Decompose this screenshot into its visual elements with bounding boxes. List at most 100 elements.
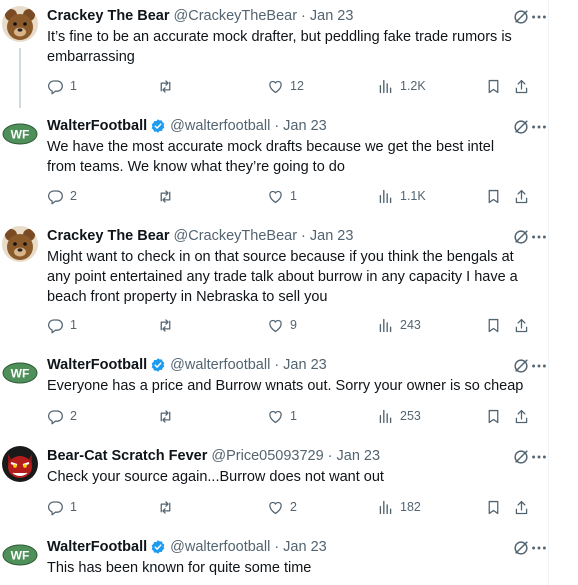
- author-name[interactable]: WalterFootball: [47, 355, 147, 375]
- like-button[interactable]: 12: [267, 76, 304, 96]
- tweet-date[interactable]: Jan 23: [283, 116, 327, 136]
- bookmark-button[interactable]: [485, 315, 502, 335]
- share-icon: [515, 318, 528, 332]
- retweet-button[interactable]: [157, 315, 180, 335]
- bookmark-icon: [488, 409, 499, 423]
- reply-button[interactable]: 1: [47, 497, 77, 517]
- grok-icon[interactable]: [512, 357, 530, 375]
- reply-button[interactable]: 2: [47, 186, 77, 206]
- retweet-button[interactable]: [157, 186, 180, 206]
- more-icon[interactable]: [530, 539, 548, 557]
- tweet[interactable]: Crackey The Bear @CrackeyTheBear · Jan 2…: [0, 6, 548, 108]
- tweet-date[interactable]: Jan 23: [283, 537, 327, 557]
- avatar[interactable]: [2, 226, 38, 262]
- more-icon[interactable]: [530, 8, 548, 26]
- bookmark-icon: [488, 500, 499, 514]
- views-count: 182: [400, 500, 421, 514]
- share-button[interactable]: [513, 406, 530, 426]
- tweet[interactable]: WF WalterFootball @walterfootball · Jan …: [0, 537, 548, 585]
- author-name[interactable]: Crackey The Bear: [47, 226, 170, 246]
- verified-badge-icon: [151, 358, 165, 372]
- separator-dot: ·: [274, 539, 280, 555]
- share-button[interactable]: [513, 497, 530, 517]
- like-button[interactable]: 9: [267, 315, 297, 335]
- author-handle[interactable]: @CrackeyTheBear: [174, 6, 298, 26]
- reply-button[interactable]: 2: [47, 406, 77, 426]
- tweet[interactable]: Crackey The Bear @CrackeyTheBear · Jan 2…: [0, 226, 548, 342]
- tweet[interactable]: Bear-Cat Scratch Fever @Price05093729 · …: [0, 446, 548, 522]
- grok-icon[interactable]: [512, 118, 530, 136]
- tweet-actions: 2 1 253: [47, 406, 532, 426]
- author-handle[interactable]: @walterfootball: [170, 116, 270, 136]
- grok-icon[interactable]: [512, 539, 530, 557]
- more-icon[interactable]: [530, 448, 548, 466]
- avatar[interactable]: WF: [2, 355, 38, 391]
- share-icon: [515, 409, 528, 423]
- like-count: 12: [290, 79, 304, 93]
- separator-dot: ·: [274, 118, 280, 134]
- more-icon[interactable]: [530, 357, 548, 375]
- reply-button[interactable]: 1: [47, 315, 77, 335]
- avatar[interactable]: WF: [2, 116, 38, 152]
- author-name[interactable]: Crackey The Bear: [47, 6, 170, 26]
- bookmark-button[interactable]: [485, 406, 502, 426]
- views-button[interactable]: 1.1K: [377, 186, 426, 206]
- retweet-button[interactable]: [157, 406, 180, 426]
- reply-count: 2: [70, 409, 77, 423]
- author-handle[interactable]: @walterfootball: [170, 355, 270, 375]
- avatar[interactable]: [2, 6, 38, 42]
- views-button[interactable]: 243: [377, 315, 421, 335]
- like-count: 1: [290, 189, 297, 203]
- author-handle[interactable]: @Price05093729: [211, 446, 323, 466]
- like-button[interactable]: 1: [267, 406, 297, 426]
- share-icon: [515, 500, 528, 514]
- bookmark-button[interactable]: [485, 186, 502, 206]
- reply-button[interactable]: 1: [47, 76, 77, 96]
- svg-text:WF: WF: [11, 549, 30, 563]
- share-button[interactable]: [513, 186, 530, 206]
- grok-icon[interactable]: [512, 228, 530, 246]
- bear-avatar-image: [2, 6, 38, 42]
- tweet-header: WalterFootball @walterfootball · Jan 23: [47, 537, 327, 557]
- views-button[interactable]: 253: [377, 406, 421, 426]
- more-icon[interactable]: [530, 118, 548, 136]
- tweet-text: Check your source again...Burrow does no…: [47, 469, 384, 485]
- tweet-date[interactable]: Jan 23: [337, 446, 381, 466]
- tweet-date[interactable]: Jan 23: [283, 355, 327, 375]
- author-handle[interactable]: @CrackeyTheBear: [174, 226, 298, 246]
- like-button[interactable]: 1: [267, 186, 297, 206]
- more-icon[interactable]: [530, 228, 548, 246]
- share-icon: [515, 79, 528, 93]
- avatar[interactable]: WF: [2, 537, 38, 573]
- retweet-button[interactable]: [157, 76, 180, 96]
- share-button[interactable]: [513, 76, 530, 96]
- share-button[interactable]: [513, 315, 530, 335]
- reply-icon: [48, 318, 63, 333]
- views-button[interactable]: 1.2K: [377, 76, 426, 96]
- grok-icon[interactable]: [512, 448, 530, 466]
- author-name[interactable]: WalterFootball: [47, 116, 147, 136]
- tweet[interactable]: WF WalterFootball @walterfootball · Jan …: [0, 355, 548, 431]
- like-count: 9: [290, 318, 297, 332]
- tweet-date[interactable]: Jan 23: [310, 6, 354, 26]
- like-icon: [269, 319, 282, 332]
- author-name[interactable]: WalterFootball: [47, 537, 147, 557]
- author-handle[interactable]: @walterfootball: [170, 537, 270, 557]
- grok-icon[interactable]: [512, 8, 530, 26]
- views-button[interactable]: 182: [377, 497, 421, 517]
- views-count: 1.2K: [400, 79, 426, 93]
- tweet-date[interactable]: Jan 23: [310, 226, 354, 246]
- reply-icon: [48, 500, 63, 515]
- bookmark-button[interactable]: [485, 76, 502, 96]
- avatar[interactable]: [2, 446, 38, 482]
- reply-icon: [48, 409, 63, 424]
- views-icon: [379, 500, 392, 514]
- like-count: 1: [290, 409, 297, 423]
- like-button[interactable]: 2: [267, 497, 297, 517]
- retweet-icon: [160, 79, 171, 93]
- author-name[interactable]: Bear-Cat Scratch Fever: [47, 446, 207, 466]
- tweet[interactable]: WF WalterFootball @walterfootball · Jan …: [0, 116, 548, 212]
- bookmark-button[interactable]: [485, 497, 502, 517]
- retweet-icon: [160, 318, 171, 332]
- retweet-button[interactable]: [157, 497, 180, 517]
